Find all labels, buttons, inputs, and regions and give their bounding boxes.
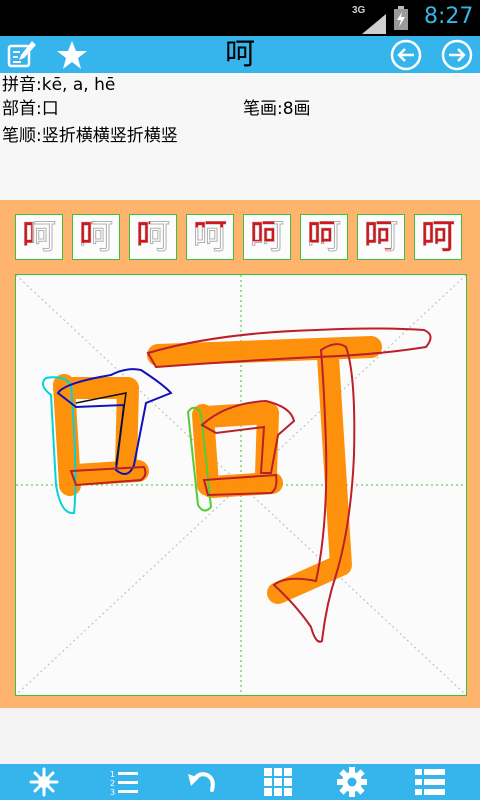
clock: 8:27 <box>424 4 474 29</box>
svg-text:1: 1 <box>110 770 115 779</box>
stroke-order-label: 笔顺: <box>2 126 42 146</box>
stroke-order-value: 竖折横横竖折横竖 <box>41 126 178 146</box>
stroke-order-strip: 呵 呵 呵 呵 呵 呵 呵 呵 呵 呵 呵 呵 呵 呵 呵 呵 <box>15 214 467 262</box>
pinyin-value: kē, a, hē <box>41 75 116 95</box>
radical-label: 部首: <box>2 99 42 119</box>
stroke-order-row: 笔顺:竖折横横竖折横竖 <box>2 124 178 148</box>
character-info: 拼音:kē, a, hē 部首:口 笔画:8画 笔顺:竖折横横竖折横竖 <box>0 73 480 200</box>
stroke-frame-4[interactable]: 呵 呵 <box>186 214 234 260</box>
stroke-frame-1[interactable]: 呵 呵 <box>15 214 63 260</box>
sparkle-icon[interactable] <box>28 766 60 798</box>
stroke-frame-3[interactable]: 呵 呵 <box>129 214 177 260</box>
list-icon[interactable] <box>414 766 446 798</box>
writing-canvas[interactable] <box>15 274 467 696</box>
undo-icon[interactable] <box>185 766 217 798</box>
stroke-count-label: 笔画: <box>243 99 283 119</box>
stroke-frame-2[interactable]: 呵 呵 <box>72 214 120 260</box>
stroke-count-row: 笔画:8画 <box>243 97 311 121</box>
radical-value: 口 <box>41 99 59 119</box>
pinyin-row: 拼音:kē, a, hē <box>2 73 115 97</box>
stroke-frame-5[interactable]: 呵 呵 <box>243 214 291 260</box>
title-bar: 呵 <box>0 36 480 73</box>
stroke-frame-8[interactable]: 呵 呵 <box>414 214 462 260</box>
stroke-frame-6[interactable]: 呵 呵 <box>300 214 348 260</box>
stroke-frame-7[interactable]: 呵 呵 <box>357 214 405 260</box>
gear-icon[interactable] <box>336 766 368 798</box>
writing-grid <box>16 275 466 695</box>
radical-row: 部首:口 <box>2 97 59 121</box>
grid-icon[interactable] <box>262 766 294 798</box>
arrow-left-icon[interactable] <box>390 39 422 71</box>
stroke-count-value: 8画 <box>282 99 311 119</box>
edit-icon[interactable] <box>6 39 38 71</box>
battery-charging-icon <box>394 6 408 30</box>
numbered-list-icon[interactable]: 1 2 3 <box>108 766 140 798</box>
signal-icon <box>362 14 386 34</box>
star-icon[interactable] <box>56 39 88 71</box>
svg-text:3: 3 <box>110 788 115 797</box>
practice-area: 呵 呵 呵 呵 呵 呵 呵 呵 呵 呵 呵 呵 呵 呵 呵 呵 <box>0 200 480 708</box>
svg-text:2: 2 <box>110 779 115 788</box>
status-bar: 3G 8:27 <box>0 0 480 36</box>
brush-strokes <box>53 336 382 604</box>
pinyin-label: 拼音: <box>2 75 42 95</box>
completed-strokes: 呵 <box>421 217 455 257</box>
arrow-right-icon[interactable] <box>441 39 473 71</box>
bottom-toolbar: 1 2 3 <box>0 764 480 800</box>
